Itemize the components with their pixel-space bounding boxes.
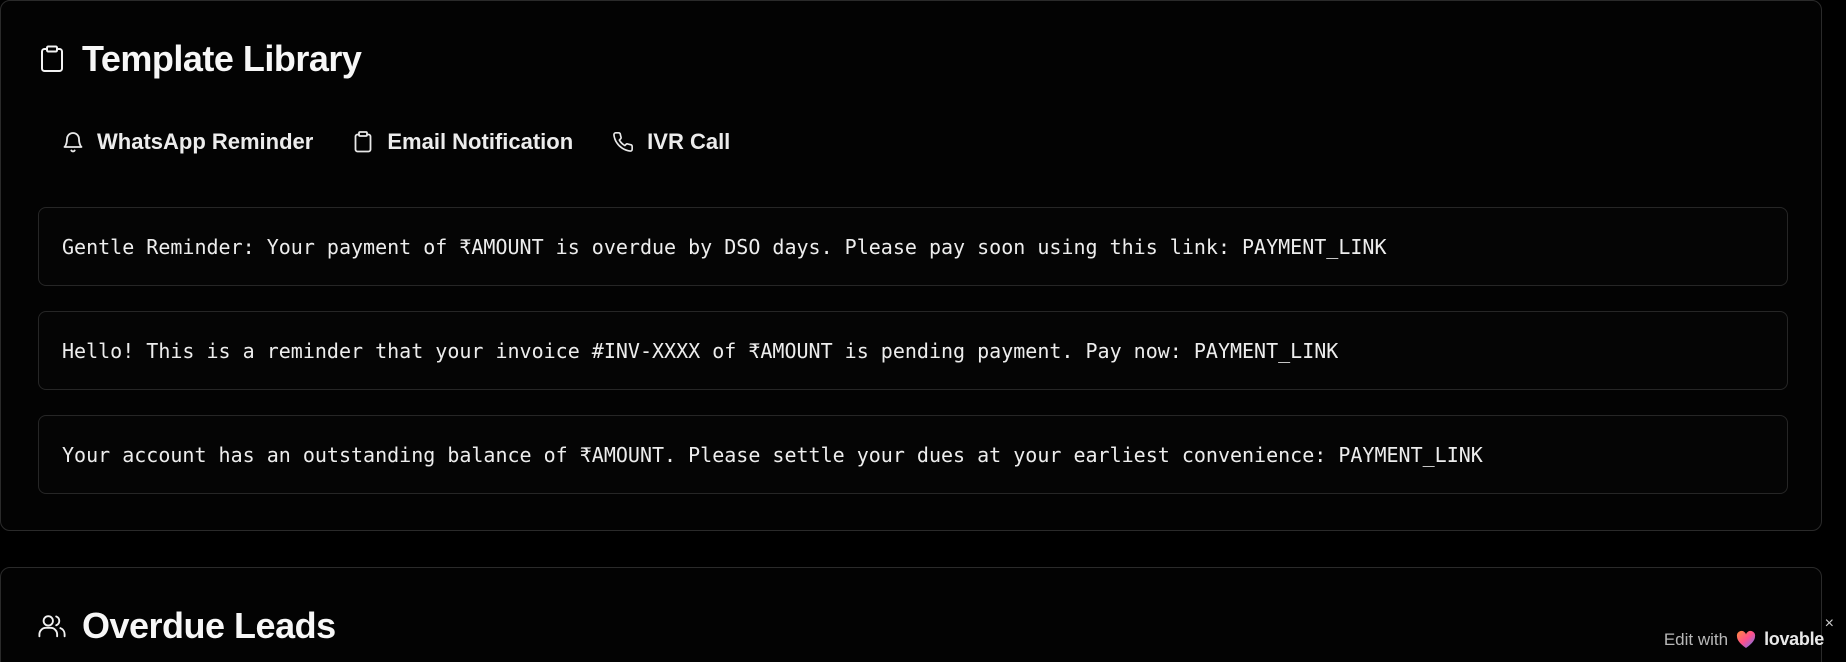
- edit-with-lovable-badge[interactable]: Edit with lovable: [1664, 629, 1824, 650]
- template-item[interactable]: Hello! This is a reminder that your invo…: [38, 311, 1788, 390]
- page-title: Template Library: [82, 38, 362, 79]
- tab-ivr-call[interactable]: IVR Call: [601, 123, 740, 161]
- template-text: Hello! This is a reminder that your invo…: [62, 338, 1339, 363]
- template-library-header: Template Library: [38, 37, 362, 81]
- overdue-leads-header: Overdue Leads: [38, 604, 336, 648]
- template-item[interactable]: Gentle Reminder: Your payment of ₹AMOUNT…: [38, 207, 1788, 286]
- tab-label: Email Notification: [387, 129, 574, 154]
- template-library-card: Template Library WhatsApp Reminder Email…: [0, 0, 1822, 531]
- tab-whatsapp-reminder[interactable]: WhatsApp Reminder: [51, 123, 323, 161]
- lovable-heart-icon: [1736, 630, 1756, 650]
- template-text: Gentle Reminder: Your payment of ₹AMOUNT…: [62, 234, 1387, 259]
- template-text: Your account has an outstanding balance …: [62, 442, 1483, 467]
- tab-label: IVR Call: [647, 129, 731, 154]
- lovable-brand: lovable: [1764, 629, 1824, 649]
- users-icon: [38, 611, 66, 641]
- overdue-leads-card: Overdue Leads: [0, 567, 1822, 662]
- template-tabs: WhatsApp Reminder Email Notification IVR…: [51, 123, 758, 161]
- tab-email-notification[interactable]: Email Notification: [341, 123, 583, 161]
- phone-icon: [611, 130, 635, 154]
- section-title: Overdue Leads: [82, 605, 336, 646]
- close-badge-button[interactable]: ×: [1825, 616, 1834, 632]
- clipboard-icon: [38, 44, 66, 74]
- bell-icon: [61, 130, 85, 154]
- edit-with-label: Edit with: [1663, 629, 1729, 649]
- template-list: Gentle Reminder: Your payment of ₹AMOUNT…: [38, 207, 1788, 519]
- tab-label: WhatsApp Reminder: [97, 129, 314, 154]
- clipboard-icon: [351, 130, 375, 154]
- page: Template Library WhatsApp Reminder Email…: [0, 0, 1846, 662]
- template-item[interactable]: Your account has an outstanding balance …: [38, 415, 1788, 494]
